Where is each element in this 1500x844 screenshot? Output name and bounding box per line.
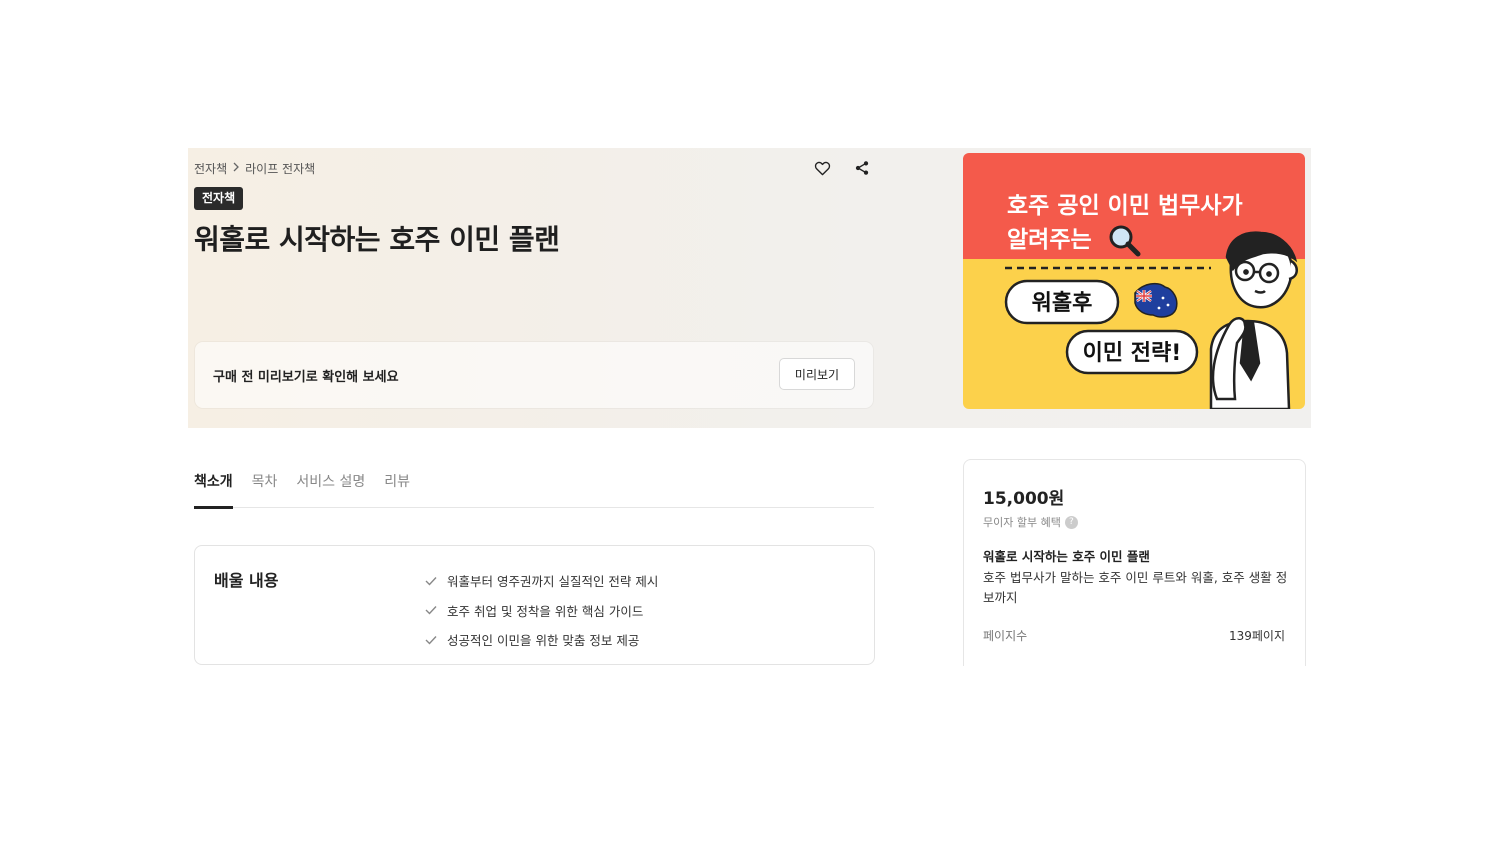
cover-line2: 알려주는 (1007, 227, 1092, 253)
heart-icon[interactable] (812, 158, 832, 178)
preview-text: 구매 전 미리보기로 확인해 보세요 (213, 370, 399, 385)
tab-book-intro[interactable]: 책소개 (194, 470, 233, 509)
page-count-row: 페이지수 139페이지 (983, 627, 1285, 644)
tab-service-description[interactable]: 서비스 설명 (296, 470, 365, 506)
svg-text:워홀후: 워홀후 (1032, 290, 1093, 316)
learning-heading: 배울 내용 (214, 571, 279, 590)
learning-list: 워홀부터 영주권까지 실질적인 전략 제시 호주 취업 및 정착을 위한 핵심 … (425, 566, 658, 655)
breadcrumb-item-life-ebook[interactable]: 라이프 전자책 (245, 160, 315, 177)
price: 15,000원 (983, 489, 1065, 509)
page-count-value: 139페이지 (1228, 629, 1285, 643)
purchase-panel: 15,000원 무이자 할부 혜택 ? 워홀로 시작하는 호주 이민 플랜 호주… (963, 459, 1306, 680)
book-title: 워홀로 시작하는 호주 이민 플랜 (194, 223, 560, 256)
page-count-label: 페이지수 (983, 629, 1028, 643)
breadcrumb: 전자책 라이프 전자책 (194, 160, 315, 177)
cover-pill-1: 워홀후 (1004, 279, 1120, 325)
check-icon (425, 635, 437, 645)
list-item: 호주 취업 및 정착을 위한 핵심 가이드 (425, 596, 658, 626)
share-icon[interactable] (852, 158, 872, 178)
installment-info: 무이자 할부 혜택 ? (983, 514, 1078, 530)
list-item: 워홀부터 영주권까지 실질적인 전략 제시 (425, 566, 658, 596)
check-icon (425, 576, 437, 586)
cover-pill-2: 이민 전략! (1065, 329, 1199, 375)
chevron-right-icon (232, 162, 240, 175)
panel-book-title: 워홀로 시작하는 호주 이민 플랜 (983, 549, 1150, 564)
breadcrumb-item-ebook[interactable]: 전자책 (194, 160, 227, 177)
cover-line1: 호주 공인 이민 법무사가 (1007, 193, 1243, 219)
preview-button[interactable]: 미리보기 (779, 358, 855, 390)
tab-reviews[interactable]: 리뷰 (384, 470, 410, 506)
panel-book-description: 호주 법무사가 말하는 호주 이민 루트와 워홀, 호주 생활 정보까지 (983, 570, 1288, 605)
svg-text:이민 전략!: 이민 전략! (1083, 341, 1182, 366)
tab-contents[interactable]: 목차 (252, 470, 278, 506)
tab-bar: 책소개 목차 서비스 설명 리뷰 (194, 470, 874, 509)
learning-box: 배울 내용 워홀부터 영주권까지 실질적인 전략 제시 호주 취업 및 정착을 … (194, 545, 875, 665)
help-icon[interactable]: ? (1064, 515, 1078, 529)
list-item: 성공적인 이민을 위한 맞춤 정보 제공 (425, 625, 658, 655)
header-actions (812, 158, 872, 178)
installment-label: 무이자 할부 혜택 (983, 516, 1061, 529)
check-icon (425, 606, 437, 615)
book-cover: 호주 공인 이민 법무사가 알려주는 워홀후 이민 전략! (963, 153, 1305, 409)
category-badge: 전자책 (194, 187, 244, 210)
preview-box: 구매 전 미리보기로 확인해 보세요 미리보기 (195, 342, 873, 408)
panel-fade (950, 666, 1330, 686)
